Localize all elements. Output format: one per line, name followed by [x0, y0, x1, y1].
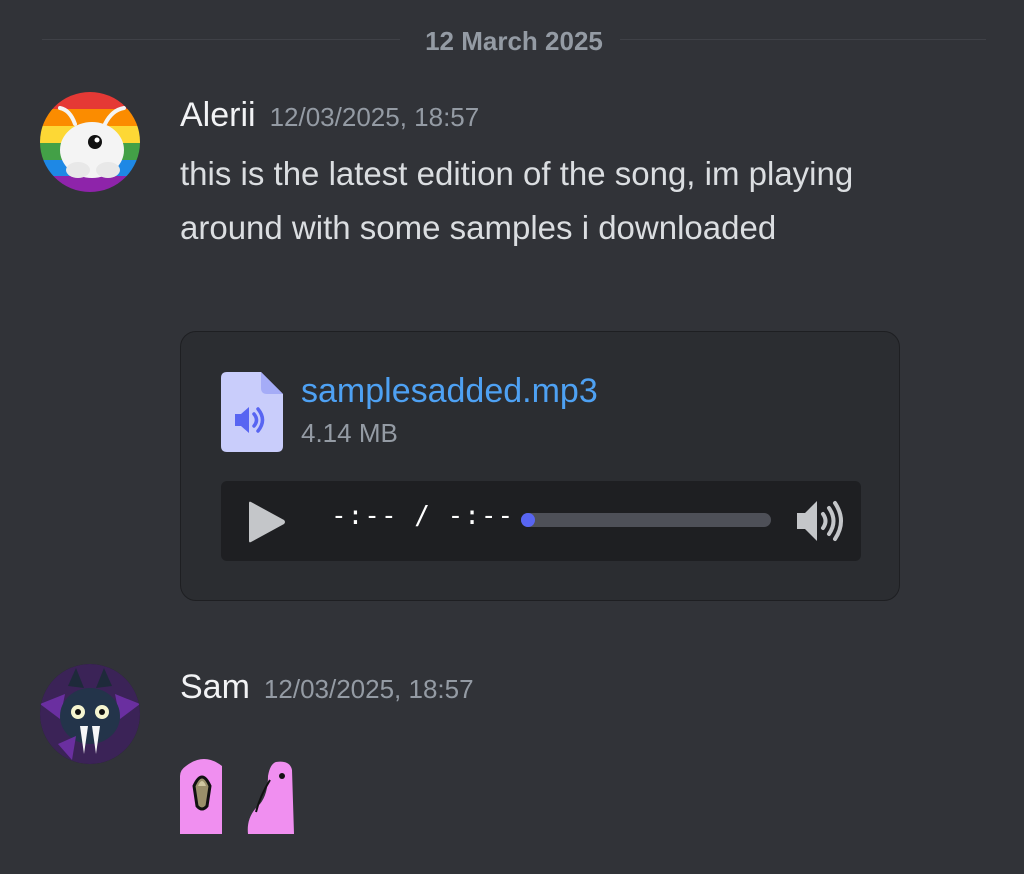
timestamp: 12/03/2025, 18:57 [269, 102, 480, 132]
play-icon[interactable] [245, 501, 287, 543]
volume-icon[interactable] [793, 495, 845, 547]
date-divider-label: 12 March 2025 [425, 26, 603, 56]
file-size: 4.14 MB [301, 418, 398, 448]
file-name-link[interactable]: samplesadded.mp3 [301, 372, 598, 411]
audio-file-icon [221, 372, 283, 452]
message-text: this is the latest edition of the song, … [180, 155, 854, 246]
message-header: Sam 12/03/2025, 18:57 [180, 668, 474, 708]
progress-fill [521, 513, 535, 527]
message-header: Alerii 12/03/2025, 18:57 [180, 96, 479, 136]
audio-player: -:-- / -:-- [221, 481, 861, 561]
audio-attachment: samplesadded.mp3 4.14 MB -:-- / -:-- [180, 331, 900, 601]
party-parrot-emoji[interactable] [246, 756, 294, 834]
emoji-row [180, 756, 312, 836]
chat-view: 12 March 2025 Alerii 12/03/2025, 18:57 t… [0, 0, 1024, 874]
time-display: -:-- / -:-- [331, 501, 515, 531]
username[interactable]: Alerii [180, 96, 256, 134]
username[interactable]: Sam [180, 668, 250, 706]
progress-bar[interactable] [521, 513, 771, 527]
purple-bat-avatar[interactable] [40, 664, 140, 764]
date-divider: 12 March 2025 [42, 22, 986, 58]
timestamp: 12/03/2025, 18:57 [263, 674, 474, 704]
party-parrot-emoji[interactable] [180, 756, 228, 834]
rainbow-axolotl-avatar[interactable] [40, 92, 140, 192]
